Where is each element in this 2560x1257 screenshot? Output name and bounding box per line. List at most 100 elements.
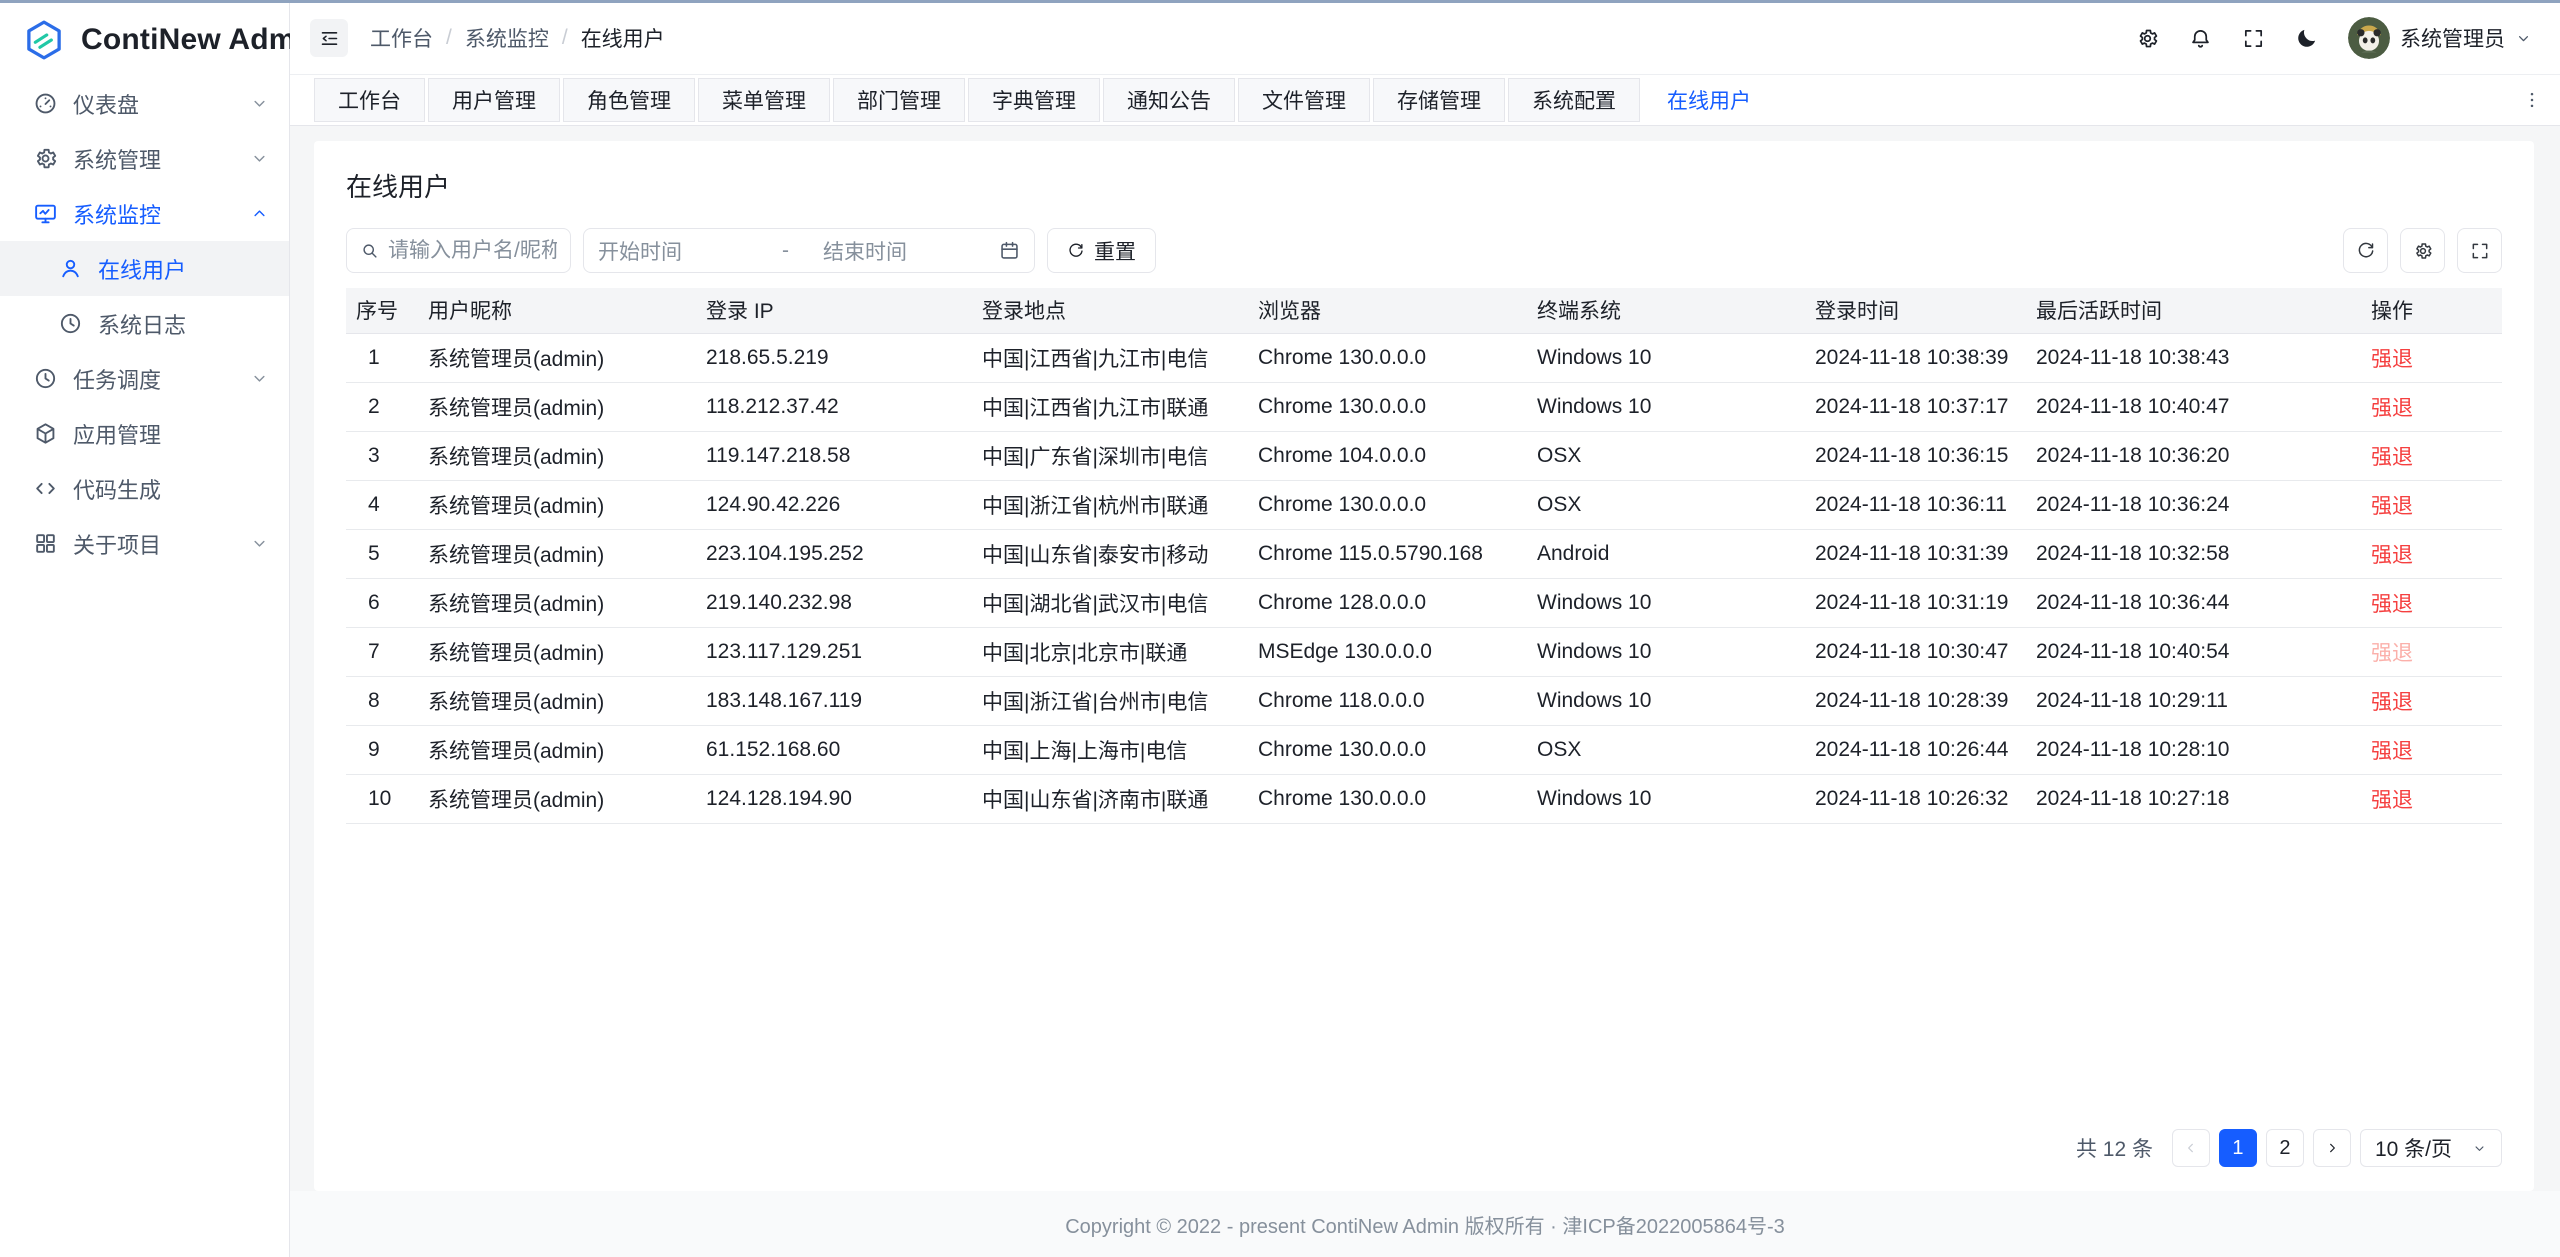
chevron-right-icon: [2324, 1140, 2340, 1156]
login-location: 中国|江西省|九江市|联通: [972, 382, 1248, 431]
login-ip: 61.152.168.60: [696, 725, 972, 774]
sidebar-item-app-manage[interactable]: 应用管理: [0, 406, 289, 461]
sidebar-item-system-monitor[interactable]: 系统监控: [0, 186, 289, 241]
search-icon: [360, 241, 379, 260]
header-bell-button[interactable]: [2189, 27, 2212, 50]
tab-item[interactable]: 用户管理: [428, 78, 560, 122]
brand-logo[interactable]: ContiNew Admin: [0, 3, 289, 76]
table-refresh-button[interactable]: [2343, 228, 2388, 273]
row-index: 7: [346, 627, 418, 676]
login-ip: 119.147.218.58: [696, 431, 972, 480]
chevron-down-icon: [2515, 30, 2532, 47]
tab-item[interactable]: 在线用户: [1643, 78, 1775, 122]
sidebar-menu: 仪表盘系统管理系统监控在线用户系统日志任务调度应用管理代码生成关于项目: [0, 76, 289, 571]
pagination: 共 12 条1210 条/页: [346, 1109, 2502, 1167]
sidebar-item-about-project[interactable]: 关于项目: [0, 516, 289, 571]
content-area: 在线用户 开始时间 - 结束时间 重置: [290, 126, 2560, 1191]
tab-item[interactable]: 文件管理: [1238, 78, 1370, 122]
row-index: 3: [346, 431, 418, 480]
force-logout-link[interactable]: 强退: [2371, 544, 2413, 567]
browser: Chrome 104.0.0.0: [1248, 431, 1527, 480]
table-row: 5系统管理员(admin)223.104.195.252中国|山东省|泰安市|移…: [346, 529, 2502, 578]
login-location: 中国|浙江省|杭州市|联通: [972, 480, 1248, 529]
tabs-more-button[interactable]: [2522, 90, 2542, 110]
force-logout-link[interactable]: 强退: [2371, 495, 2413, 518]
tab-item[interactable]: 菜单管理: [698, 78, 830, 122]
pagination-page-button[interactable]: 1: [2219, 1129, 2257, 1167]
dashboard-icon: [33, 91, 58, 116]
force-logout-link[interactable]: 强退: [2371, 789, 2413, 812]
start-time-placeholder: 开始时间: [598, 236, 774, 266]
header-moon-button[interactable]: [2295, 27, 2318, 50]
login-ip: 124.128.194.90: [696, 774, 972, 823]
tab-item[interactable]: 通知公告: [1103, 78, 1235, 122]
page-size-select[interactable]: 10 条/页: [2360, 1129, 2502, 1167]
os: OSX: [1527, 725, 1805, 774]
user-menu[interactable]: 系统管理员: [2348, 17, 2532, 59]
force-logout-link[interactable]: 强退: [2371, 397, 2413, 420]
sidebar-item-system-log[interactable]: 系统日志: [0, 296, 289, 351]
pagination-prev-button[interactable]: [2172, 1129, 2210, 1167]
search-box: [346, 228, 571, 273]
page-size-label: 10 条/页: [2375, 1133, 2452, 1163]
sidebar-item-code-generate[interactable]: 代码生成: [0, 461, 289, 516]
header-fullscreen-button[interactable]: [2242, 27, 2265, 50]
user-nickname: 系统管理员(admin): [418, 627, 696, 676]
row-actions: 强退: [2361, 774, 2502, 823]
last-active-time: 2024-11-18 10:38:43: [2026, 333, 2361, 382]
pagination-page-button[interactable]: 2: [2266, 1129, 2304, 1167]
force-logout-link[interactable]: 强退: [2371, 593, 2413, 616]
login-location: 中国|北京|北京市|联通: [972, 627, 1248, 676]
sidebar-item-dashboard[interactable]: 仪表盘: [0, 76, 289, 131]
row-actions: 强退: [2361, 382, 2502, 431]
login-time: 2024-11-18 10:26:44: [1805, 725, 2026, 774]
login-time: 2024-11-18 10:30:47: [1805, 627, 2026, 676]
sidebar-item-system-manage[interactable]: 系统管理: [0, 131, 289, 186]
tab-item[interactable]: 字典管理: [968, 78, 1100, 122]
force-logout-link[interactable]: 强退: [2371, 642, 2413, 665]
sidebar-item-online-user[interactable]: 在线用户: [0, 241, 289, 296]
row-actions: 强退: [2361, 676, 2502, 725]
force-logout-link[interactable]: 强退: [2371, 348, 2413, 371]
calendar-icon: [999, 240, 1020, 261]
date-range-picker[interactable]: 开始时间 - 结束时间: [583, 228, 1035, 273]
tab-item[interactable]: 存储管理: [1373, 78, 1505, 122]
fullscreen-icon: [2242, 27, 2265, 50]
sidebar-collapse-button[interactable]: [310, 19, 348, 57]
sidebar-item-label: 任务调度: [73, 363, 235, 395]
brand-name: ContiNew Admin: [81, 23, 323, 57]
last-active-time: 2024-11-18 10:27:18: [2026, 774, 2361, 823]
table-fullscreen-button[interactable]: [2457, 228, 2502, 273]
tab-item[interactable]: 部门管理: [833, 78, 965, 122]
last-active-time: 2024-11-18 10:32:58: [2026, 529, 2361, 578]
login-ip: 218.65.5.219: [696, 333, 972, 382]
force-logout-link[interactable]: 强退: [2371, 446, 2413, 469]
reset-button[interactable]: 重置: [1047, 228, 1156, 273]
table-settings-button[interactable]: [2400, 228, 2445, 273]
filter-toolbar: 开始时间 - 结束时间 重置: [346, 228, 2502, 273]
login-location: 中国|浙江省|台州市|电信: [972, 676, 1248, 725]
breadcrumb-item[interactable]: 系统监控: [465, 23, 549, 53]
sidebar-item-task-schedule[interactable]: 任务调度: [0, 351, 289, 406]
column-header: 浏览器: [1248, 288, 1527, 333]
tab-item[interactable]: 工作台: [314, 78, 425, 122]
login-time: 2024-11-18 10:37:17: [1805, 382, 2026, 431]
os: Windows 10: [1527, 627, 1805, 676]
login-location: 中国|上海|上海市|电信: [972, 725, 1248, 774]
force-logout-link[interactable]: 强退: [2371, 691, 2413, 714]
apps-icon: [33, 531, 58, 556]
user-nickname: 系统管理员(admin): [418, 725, 696, 774]
avatar: [2348, 17, 2390, 59]
breadcrumb-item[interactable]: 工作台: [370, 23, 433, 53]
table-header-row: 序号用户昵称登录 IP登录地点浏览器终端系统登录时间最后活跃时间操作: [346, 288, 2502, 333]
force-logout-link[interactable]: 强退: [2371, 740, 2413, 763]
search-input[interactable]: [388, 239, 557, 263]
tab-item[interactable]: 系统配置: [1508, 78, 1640, 122]
online-users-table: 序号用户昵称登录 IP登录地点浏览器终端系统登录时间最后活跃时间操作 1系统管理…: [346, 288, 2502, 824]
login-location: 中国|山东省|济南市|联通: [972, 774, 1248, 823]
tab-item[interactable]: 角色管理: [563, 78, 695, 122]
header-settings-button[interactable]: [2136, 27, 2159, 50]
login-time: 2024-11-18 10:31:19: [1805, 578, 2026, 627]
pagination-next-button[interactable]: [2313, 1129, 2351, 1167]
login-ip: 118.212.37.42: [696, 382, 972, 431]
